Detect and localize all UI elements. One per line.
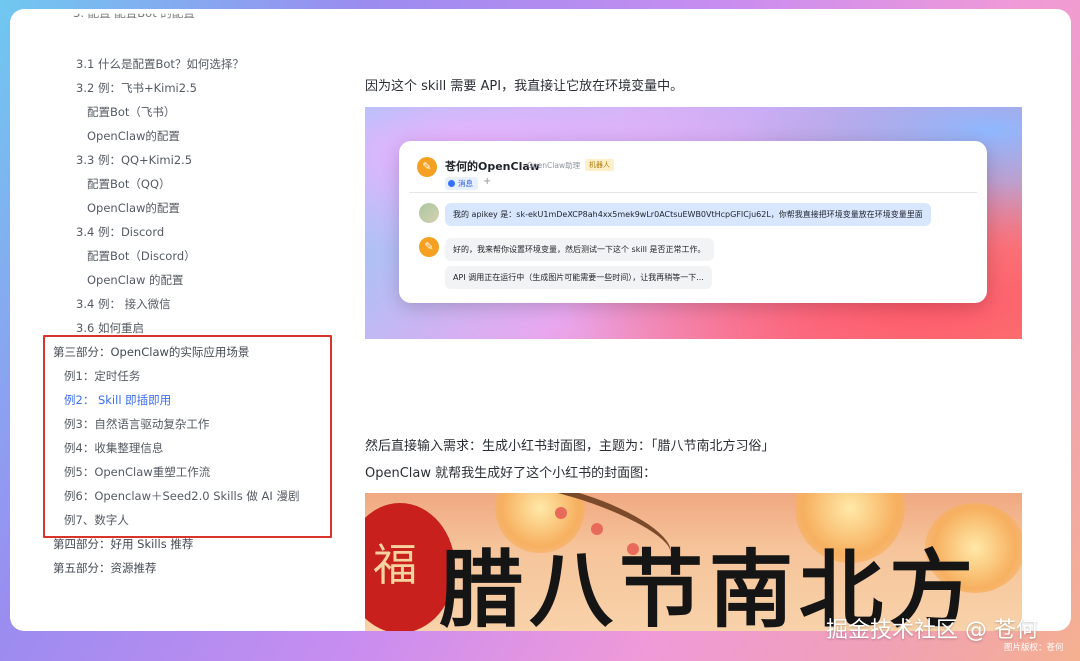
copyright-label: 图片版权：苍何 xyxy=(1004,643,1064,653)
chat-title: 苍何的OpenClaw xyxy=(445,160,540,173)
tab-messages-label: 消息 xyxy=(458,179,473,188)
add-tab-icon[interactable]: + xyxy=(483,176,491,187)
toc-item[interactable]: 3.2 例：飞书+Kimi2.5 xyxy=(76,80,197,96)
toc-item[interactable]: 配置Bot（飞书） xyxy=(87,104,175,120)
plum-blossom xyxy=(555,507,567,519)
cover-image: 福 腊八节南北方 xyxy=(365,493,1022,631)
highlight-box xyxy=(43,335,332,538)
tab-messages[interactable]: 消息 xyxy=(445,177,478,190)
toc-item[interactable]: 配置Bot（Discord） xyxy=(87,248,196,264)
user-avatar xyxy=(419,203,439,223)
toc-item[interactable]: 3.3 例：QQ+Kimi2.5 xyxy=(76,152,192,168)
toc-item[interactable]: 3.1 什么是配置Bot？如何选择？ xyxy=(76,56,244,72)
watermark: 掘金技术社区 @ 苍何 xyxy=(826,618,1038,643)
chat-subtitle: OpenClaw助理 xyxy=(527,161,581,170)
bot-message-2: API 调用正在运行中（生成图片可能需要一些时间），让我再稍等一下... xyxy=(445,266,712,289)
toc-item[interactable]: OpenClaw的配置 xyxy=(87,200,180,216)
chat-screenshot: ✎ 苍何的OpenClaw OpenClaw助理 机器人 消息 + 我的 api… xyxy=(365,107,1022,339)
toc-item[interactable]: 配置Bot（QQ） xyxy=(87,176,171,192)
toc-item[interactable]: 第四部分：好用 Skills 推荐 xyxy=(53,536,193,552)
bot-badge: 机器人 xyxy=(585,159,614,171)
bot-avatar-icon: ✎ xyxy=(417,157,437,177)
toc-item[interactable]: OpenClaw的配置 xyxy=(87,128,180,144)
chat-divider xyxy=(409,192,977,193)
toc-item[interactable]: 3.6 如何重启 xyxy=(76,320,144,336)
message-icon xyxy=(448,180,455,187)
user-message: 我的 apikey 是：sk-ekU1mDeXCP8ah4xx5mek9wLr0… xyxy=(445,203,931,226)
fu-character: 福 xyxy=(373,540,417,591)
bot-avatar-icon: ✎ xyxy=(419,237,439,257)
toc-item[interactable]: 3.4 例： 接入微信 xyxy=(76,296,171,312)
toc-item[interactable]: 第五部分：资源推荐 xyxy=(53,560,157,576)
article-card: 3. 配置 配置Bot 的配置 3.1 什么是配置Bot？如何选择？ 3.2 例：… xyxy=(10,9,1071,631)
toc-cut-item[interactable]: 3. 配置 配置Bot 的配置 xyxy=(73,14,195,21)
paragraph-request: 然后直接输入需求：生成小红书封面图，主题为：「腊八节南北方习俗」 xyxy=(365,439,775,454)
paragraph-api: 因为这个 skill 需要 API，我直接让它放在环境变量中。 xyxy=(365,79,684,94)
toc-item[interactable]: OpenClaw 的配置 xyxy=(87,272,184,288)
toc-item[interactable]: 3.4 例：Discord xyxy=(76,224,164,240)
chat-window: ✎ 苍何的OpenClaw OpenClaw助理 机器人 消息 + 我的 api… xyxy=(399,141,987,303)
bot-message-1: 好的，我来帮你设置环境变量，然后测试一下这个 skill 是否正常工作。 xyxy=(445,238,714,261)
paragraph-result: OpenClaw 就帮我生成好了这个小红书的封面图： xyxy=(365,466,657,481)
